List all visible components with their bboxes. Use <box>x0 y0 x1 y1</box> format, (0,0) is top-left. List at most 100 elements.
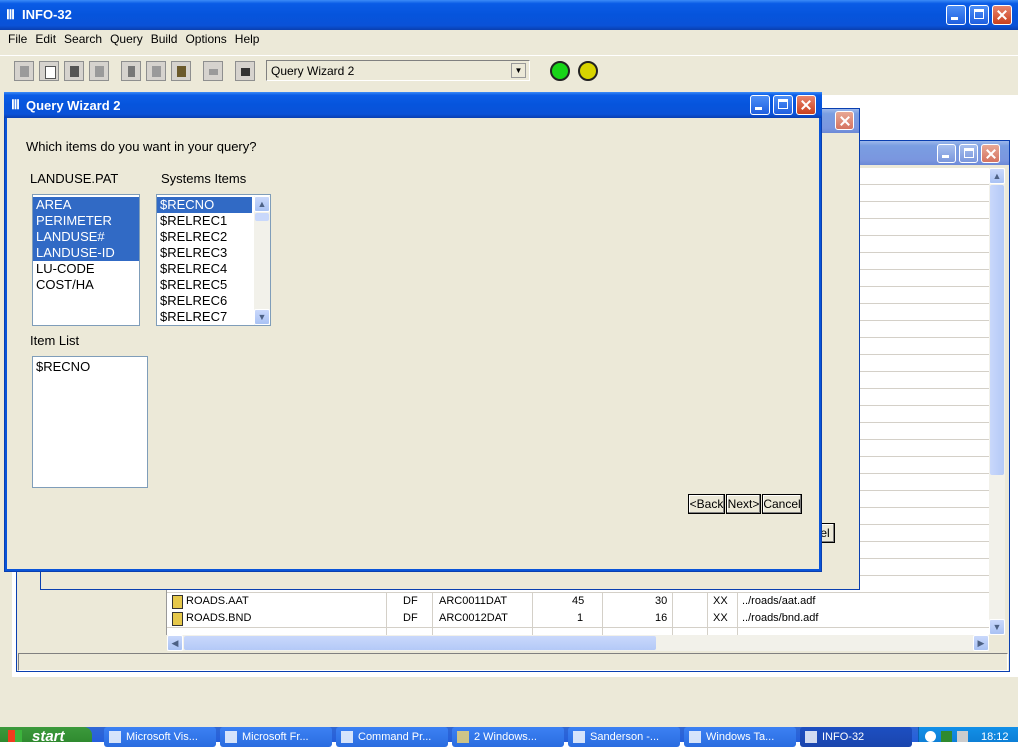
table-row[interactable]: ROADS.BND DF ARC0012DAT 1 16 XX ../roads… <box>167 610 989 628</box>
table-cell: XX <box>713 612 728 624</box>
table-cell: 16 <box>655 612 668 624</box>
list-item[interactable]: $RECNO <box>157 197 252 213</box>
close-icon <box>982 145 1000 163</box>
child-minimize-button[interactable] <box>937 144 956 163</box>
taskbar-item[interactable]: Command Pr... <box>336 727 448 747</box>
menu-edit[interactable]: Edit <box>31 32 60 46</box>
console-icon <box>341 731 353 743</box>
maximize-button[interactable] <box>969 5 989 25</box>
list-item[interactable]: $RECNO <box>33 359 147 375</box>
save-icon[interactable] <box>64 61 84 81</box>
systems-scrollbar[interactable]: ▲ ▼ <box>254 196 270 325</box>
green-status-icon[interactable] <box>550 61 570 81</box>
menu-build[interactable]: Build <box>147 32 182 46</box>
table-cell: ../roads/aat.adf <box>742 595 816 607</box>
undo-icon[interactable] <box>203 61 223 81</box>
tray-icon[interactable] <box>957 731 968 742</box>
yellow-status-icon[interactable] <box>578 61 598 81</box>
table-row[interactable]: ROADS.AAT DF ARC0011DAT 45 30 XX ../road… <box>167 593 989 611</box>
table-cell: 1 <box>577 612 584 624</box>
maximize-icon <box>974 9 984 19</box>
landuse-label: LANDUSE.PAT <box>30 171 119 186</box>
next-button[interactable]: Next> <box>726 494 761 514</box>
taskbar-item[interactable]: Microsoft Vis... <box>104 727 216 747</box>
list-item[interactable]: AREA <box>33 197 139 213</box>
table-file-icon <box>172 595 183 609</box>
list-item[interactable]: LANDUSE-ID <box>33 245 139 261</box>
menu-help[interactable]: Help <box>231 32 264 46</box>
scroll-thumb[interactable] <box>184 636 656 650</box>
column-dividers <box>707 593 708 635</box>
table-cell: DF <box>403 595 418 607</box>
maximize-icon <box>964 148 974 158</box>
table-cell: XX <box>713 595 728 607</box>
paste-icon[interactable] <box>171 61 191 81</box>
scroll-down-icon[interactable]: ▼ <box>254 309 270 325</box>
list-item[interactable]: LU-CODE <box>33 261 139 277</box>
app-icon: Ⅲ <box>6 7 15 22</box>
middle-close-button[interactable] <box>835 111 854 130</box>
taskbar-item[interactable]: Microsoft Fr... <box>220 727 332 747</box>
minimize-icon <box>942 155 949 158</box>
scroll-up-icon[interactable]: ▲ <box>254 196 270 212</box>
list-item[interactable]: LANDUSE# <box>33 229 139 245</box>
dialog-title-bar[interactable]: Ⅲ Query Wizard 2 <box>4 92 822 118</box>
main-title-bar[interactable]: Ⅲ INFO-32 <box>0 0 1018 30</box>
minimize-icon <box>951 17 958 20</box>
menu-options[interactable]: Options <box>181 32 230 46</box>
landuse-listbox[interactable]: AREA PERIMETER LANDUSE# LANDUSE-ID LU-CO… <box>32 194 140 326</box>
systems-items-listbox[interactable]: $RECNO $RELREC1 $RELREC2 $RELREC3 $RELRE… <box>156 194 271 326</box>
minimize-icon <box>755 107 762 110</box>
grid-horizontal-scrollbar[interactable]: ◀ ▶ <box>167 635 989 651</box>
open-icon[interactable] <box>14 61 34 81</box>
chevron-down-icon[interactable]: ▼ <box>511 63 526 78</box>
list-item[interactable]: COST/HA <box>33 277 139 293</box>
scroll-thumb[interactable] <box>255 213 269 221</box>
scroll-thumb[interactable] <box>990 185 1004 475</box>
dialog-maximize-button[interactable] <box>773 95 793 115</box>
table-cell: DF <box>403 612 418 624</box>
column-dividers <box>386 593 387 635</box>
list-item[interactable]: PERIMETER <box>33 213 139 229</box>
scroll-right-icon[interactable]: ▶ <box>973 635 989 651</box>
item-list-box[interactable]: $RECNO <box>32 356 148 488</box>
menu-file[interactable]: File <box>4 32 31 46</box>
taskbar-item[interactable]: Windows Ta... <box>684 727 796 747</box>
scroll-down-icon[interactable]: ▼ <box>989 619 1005 635</box>
table-cell: 30 <box>655 595 668 607</box>
dialog-minimize-button[interactable] <box>750 95 770 115</box>
dialog-question: Which items do you want in your query? <box>26 139 257 154</box>
dialog-close-button[interactable] <box>796 95 816 115</box>
column-dividers <box>432 593 433 635</box>
tray-icon[interactable] <box>941 731 952 742</box>
app-icon <box>805 731 817 743</box>
folder-icon <box>457 731 469 743</box>
copy-icon[interactable] <box>146 61 166 81</box>
tray-icon[interactable] <box>925 731 936 742</box>
cancel-button[interactable]: Cancel <box>762 494 802 514</box>
new-icon[interactable] <box>39 61 59 81</box>
cut-icon[interactable] <box>121 61 141 81</box>
back-button[interactable]: <Back <box>688 494 725 514</box>
close-button[interactable] <box>992 5 1012 25</box>
query-combo[interactable]: Query Wizard 2 ▼ <box>266 60 530 81</box>
menu-query[interactable]: Query <box>106 32 147 46</box>
child-maximize-button[interactable] <box>959 144 978 163</box>
print-icon[interactable] <box>89 61 109 81</box>
taskbar-item[interactable]: Sanderson -... <box>568 727 680 747</box>
scroll-left-icon[interactable]: ◀ <box>167 635 183 651</box>
find-icon[interactable] <box>235 61 255 81</box>
taskbar-item[interactable]: 2 Windows... <box>452 727 564 747</box>
grid-vertical-scrollbar[interactable]: ▲ ▼ <box>989 168 1005 635</box>
start-button[interactable]: start <box>0 727 92 742</box>
taskbar-item-active[interactable]: INFO-32 <box>800 727 912 747</box>
minimize-button[interactable] <box>946 5 966 25</box>
menu-search[interactable]: Search <box>60 32 106 46</box>
maximize-icon <box>778 99 788 109</box>
query-combo-value: Query Wizard 2 <box>271 64 355 78</box>
column-dividers <box>602 593 603 635</box>
child-close-button[interactable] <box>981 144 1000 163</box>
table-cell: ROADS.AAT <box>186 595 249 607</box>
menu-bar: File Edit Search Query Build Options Help <box>4 31 263 47</box>
scroll-up-icon[interactable]: ▲ <box>989 168 1005 184</box>
